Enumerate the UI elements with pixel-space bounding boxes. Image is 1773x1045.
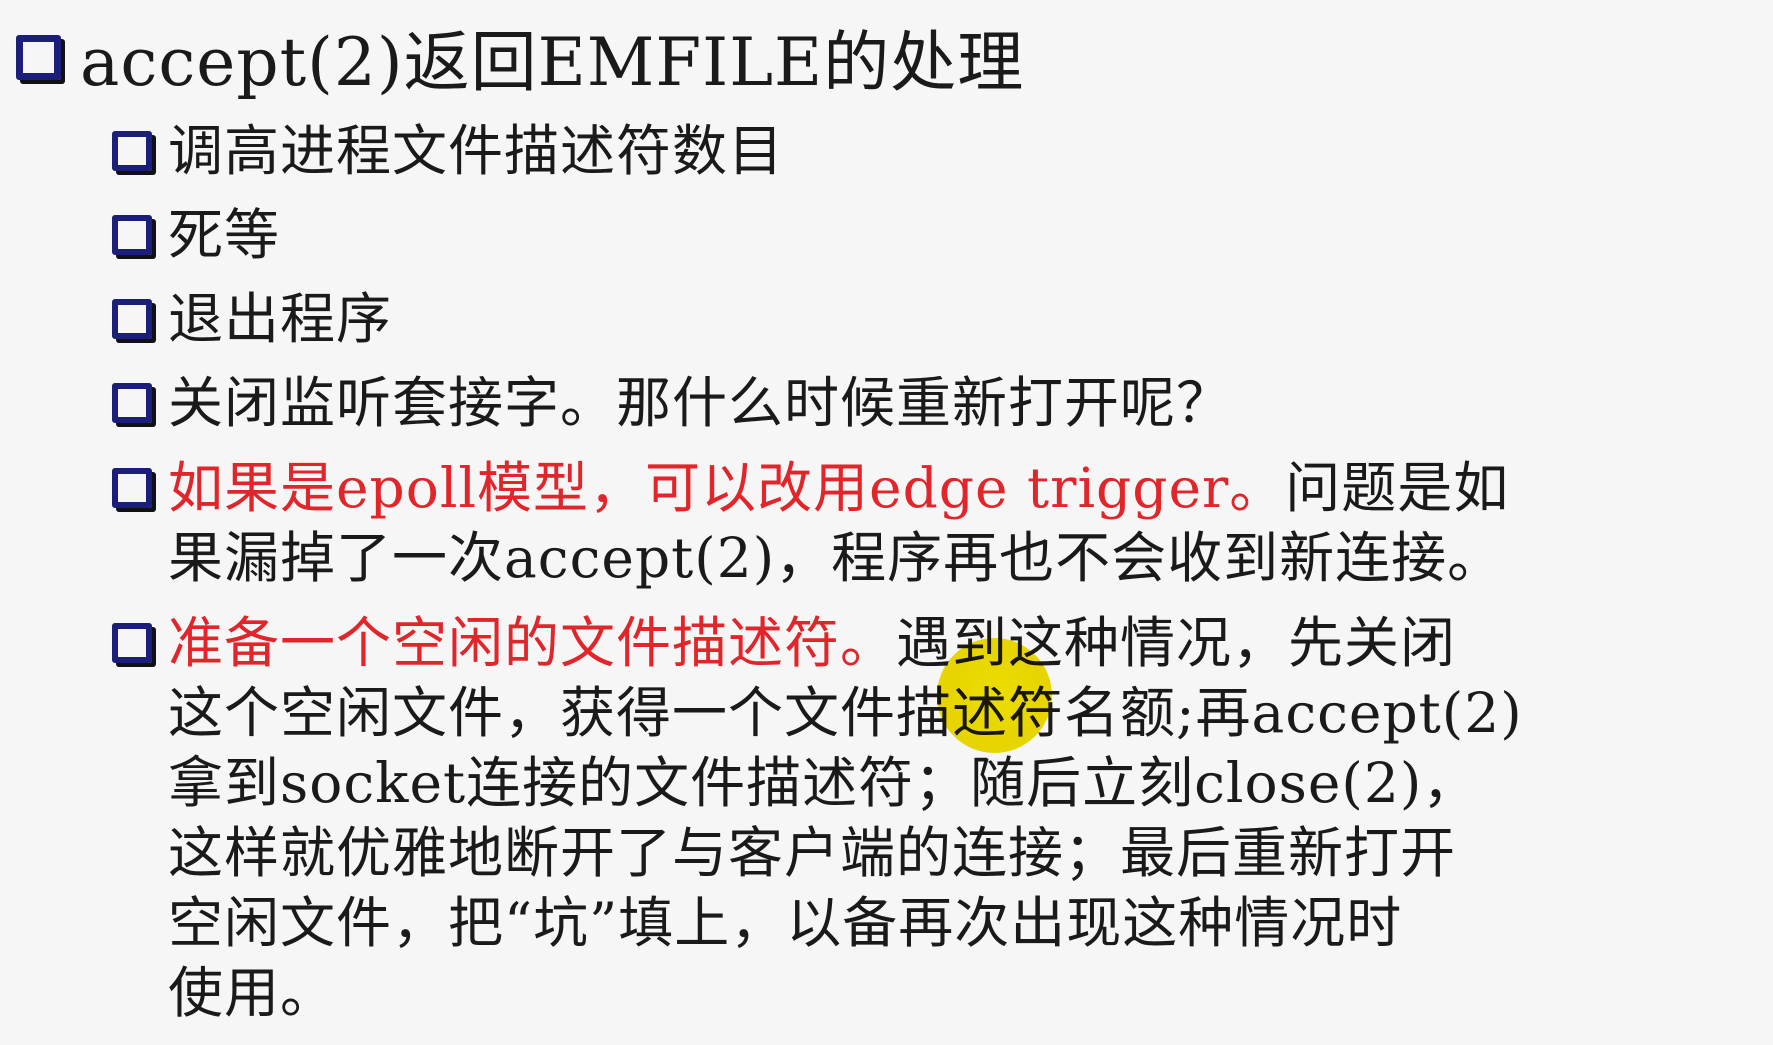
- checkbox-icon: [112, 299, 152, 339]
- checkbox-icon: [112, 623, 152, 663]
- bullet-item-line: 使用。: [168, 961, 337, 1025]
- slide-title: accept(2)返回EMFILE的处理: [80, 24, 1025, 101]
- highlight-text: 如果是epoll模型，可以改用edge trigger。: [168, 456, 1286, 520]
- checkbox-icon: [16, 35, 61, 80]
- checkbox-icon: [112, 131, 152, 171]
- item-text: 遇到这种情况，先关闭: [896, 611, 1457, 675]
- bullet-item: 关闭监听套接字。那什么时候重新打开呢？: [168, 371, 1233, 435]
- bullet-item-line: 准备一个空闲的文件描述符。遇到这种情况，先关闭: [168, 608, 1456, 678]
- bullet-item-line: 这个空闲文件，获得一个文件描述符名额;再accept(2): [168, 681, 1523, 745]
- item-text: 问题是如: [1285, 456, 1510, 520]
- bullet-item-line: 如果是epoll模型，可以改用edge trigger。问题是如: [168, 453, 1509, 523]
- bullet-item: 死等: [168, 203, 281, 267]
- bullet-item-line: 这样就优雅地断开了与客户端的连接；最后重新打开: [168, 821, 1457, 885]
- bullet-item-line: 拿到socket连接的文件描述符；随后立刻close(2)，: [168, 751, 1479, 815]
- bullet-item: 退出程序: [168, 287, 393, 351]
- checkbox-icon: [112, 468, 152, 508]
- bullet-item: 调高进程文件描述符数目: [168, 119, 785, 183]
- checkbox-icon: [112, 215, 152, 255]
- bullet-item-line: 果漏掉了一次accept(2)，程序再也不会收到新连接。: [168, 526, 1504, 590]
- bullet-item-line: 空闲文件，把“坑”填上，以备再次出现这种情况时: [168, 891, 1403, 955]
- slide: accept(2)返回EMFILE的处理 调高进程文件描述符数目 死等 退出程序…: [0, 0, 1773, 1045]
- checkbox-icon: [112, 383, 152, 423]
- highlight-text: 准备一个空闲的文件描述符。: [168, 611, 897, 675]
